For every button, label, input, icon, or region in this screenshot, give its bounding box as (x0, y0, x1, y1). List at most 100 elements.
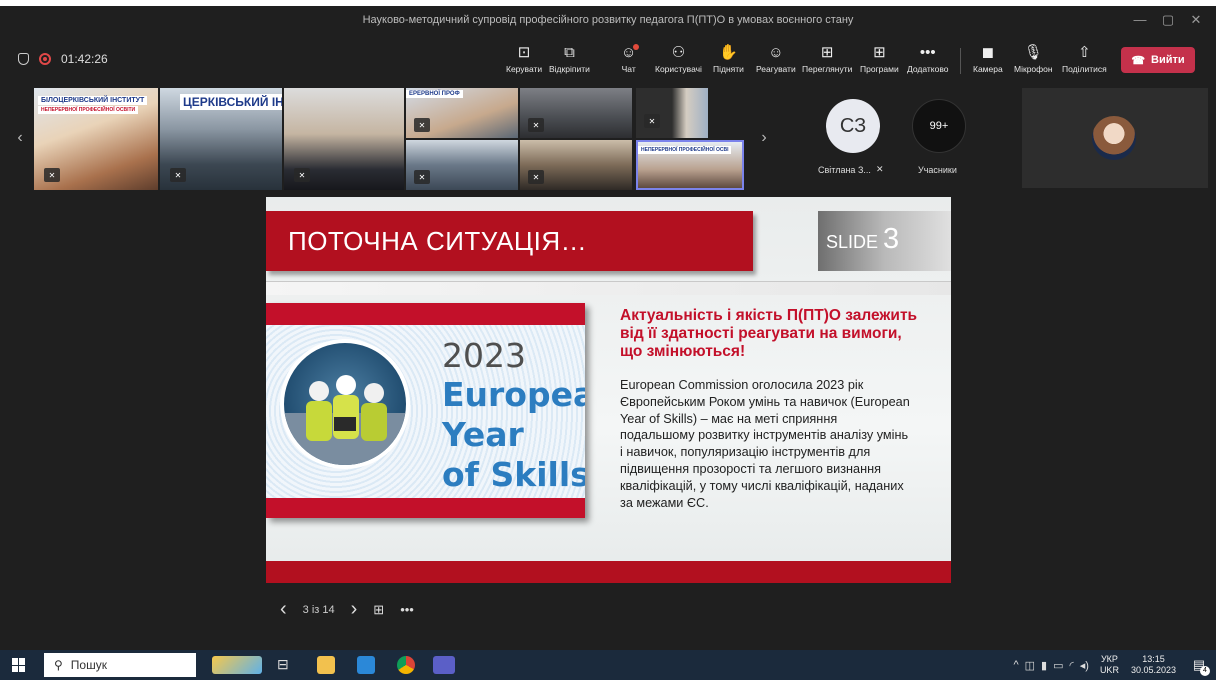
raise-hand-button[interactable]: ✋ Підняти (713, 44, 744, 74)
task-view-icon[interactable]: ⊟ (277, 656, 295, 674)
self-view (1022, 88, 1208, 188)
view-button[interactable]: ⊞ Переглянути (802, 44, 852, 74)
mic-off-icon: ✕ (44, 168, 60, 182)
share-control-button[interactable]: ⊡ Керувати (506, 44, 542, 74)
slide-number-box: SLIDE 3 (818, 211, 951, 271)
maximize-button[interactable]: ▢ (1158, 12, 1178, 28)
apps-icon: ⊞ (873, 44, 886, 61)
more-options-button[interactable]: ••• (400, 602, 414, 617)
participant-video-tile-active[interactable]: НЕПЕРЕРВНОЇ ПРОФЕСІЙНОЇ ОСВІ (636, 140, 744, 190)
poster-line: European (442, 375, 585, 414)
system-tray: ^ ◫ ▮ ▭ ◜ ◂) УКР UKR 13:15 30.05.2023 ▤ … (1010, 650, 1216, 680)
tile-banner: НЕПЕРЕРВНОЇ ПРОФЕСІЙНОЇ ОСВІТИ (38, 106, 139, 114)
camera-off-icon: ◼ (981, 44, 995, 61)
tile-banner: ЦЕРКІВСЬКИЙ ІНСТ (180, 94, 282, 110)
share-icon: ⇧ (1078, 44, 1091, 61)
slide-heading: Актуальність і якість П(ПТ)О залежить ві… (620, 307, 918, 360)
share-button[interactable]: ⇧ Поділитися (1062, 44, 1107, 74)
unpin-icon: ⧉ (564, 44, 575, 61)
mail-icon[interactable] (357, 656, 375, 674)
participants-label: Учасники (918, 165, 957, 175)
poster-line: of Skills (442, 455, 585, 494)
search-highlight-icon[interactable] (212, 656, 262, 674)
clock[interactable]: 13:15 30.05.2023 (1131, 654, 1176, 676)
more-icon: ••• (919, 44, 936, 61)
unpin-button[interactable]: ⧉ Відкріпити (549, 44, 590, 74)
camera-button[interactable]: ◼ Камера (973, 44, 1003, 74)
toolbar-label: Реагувати (756, 64, 796, 74)
toolbar-label: Додатково (907, 64, 949, 74)
phone-hangup-icon: ☎ (1131, 54, 1146, 67)
toolbar-label: Програми (860, 64, 899, 74)
shared-slide: ПОТОЧНА СИТУАЦІЯ… SLIDE 3 2023 European … (266, 197, 951, 583)
leave-button[interactable]: ☎ Вийти (1121, 47, 1195, 73)
language-indicator[interactable]: УКР UKR (1100, 654, 1119, 676)
participant-video-tile[interactable]: ✕ (636, 88, 708, 138)
mic-icon[interactable]: ▮ (1041, 659, 1047, 672)
participant-avatar[interactable]: СЗ (826, 99, 880, 153)
clock-time: 13:15 (1142, 654, 1165, 664)
slide-title-bar: ПОТОЧНА СИТУАЦІЯ… (266, 211, 753, 271)
people-button[interactable]: ⚇ Користувачі (655, 44, 702, 74)
next-slide-button[interactable]: › (351, 598, 358, 621)
react-button[interactable]: ☺ Реагувати (756, 44, 796, 74)
toolbar-label: Мікрофон (1014, 64, 1053, 74)
chat-button[interactable]: ☺ Чат (621, 44, 640, 74)
slide-number: SLIDE 3 (826, 223, 900, 255)
tile-banner: ЕРЕРВНОЇ ПРОФ (406, 90, 463, 98)
chevron-up-icon[interactable]: ^ (1013, 659, 1018, 671)
shield-icon (18, 53, 29, 65)
mic-off-icon: ✕ (414, 118, 430, 132)
grid-view-icon[interactable]: ⊞ (373, 602, 384, 618)
toolbar-label: Користувачі (655, 64, 702, 74)
toolbar-label: Відкріпити (549, 64, 590, 74)
taskbar-search[interactable]: ⚲ Пошук (44, 653, 196, 677)
mic-off-icon: ✕ (644, 114, 660, 128)
apps-button[interactable]: ⊞ Програми (860, 44, 899, 74)
windows-start-icon[interactable] (12, 658, 26, 672)
meet-now-icon[interactable]: ◫ (1025, 659, 1035, 672)
participant-video-tile[interactable]: БІЛОЦЕРКІВСЬКИЙ ІНСТИТУТ НЕПЕРЕРВНОЇ ПРО… (34, 88, 158, 190)
notifications-button[interactable]: ▤ 4 (1186, 650, 1212, 680)
poster-stripe (266, 303, 585, 325)
window-titlebar: Науково-методичний супровід професійного… (0, 0, 1216, 38)
meeting-timer: 01:42:26 (61, 52, 108, 66)
avatar (1092, 116, 1136, 160)
participant-video-tile[interactable]: ЕРЕРВНОЇ ПРОФ ✕ (406, 88, 518, 138)
tile-banner: БІЛОЦЕРКІВСЬКИЙ ІНСТИТУТ (38, 96, 148, 105)
microphone-button[interactable]: 🎙 Мікрофон (1014, 44, 1053, 74)
slide-footer-bar (266, 561, 951, 583)
more-participants-badge[interactable]: 99+ (912, 99, 966, 153)
leave-label: Вийти (1151, 54, 1185, 66)
mic-off-icon: 🎙 (1023, 44, 1043, 61)
workers-photo (280, 339, 410, 469)
page-indicator: 3 із 14 (302, 603, 335, 616)
chat-icon: ☺ (621, 44, 640, 62)
battery-icon[interactable]: ▭ (1053, 659, 1063, 672)
participant-video-tile[interactable]: ✕ (406, 140, 518, 190)
participant-video-tile[interactable]: ЦЕРКІВСЬКИЙ ІНСТ ✕ (160, 88, 282, 190)
slide-body: European Commission оголосила 2023 рік Є… (620, 378, 910, 510)
close-button[interactable]: ✕ (1186, 12, 1206, 28)
slide-navigation: ‹ 3 із 14 › ⊞ ••• (280, 598, 414, 621)
prev-slide-button[interactable]: ‹ (280, 598, 287, 621)
raise-hand-icon: ✋ (719, 44, 738, 61)
teams-icon[interactable] (433, 656, 455, 674)
wifi-icon[interactable]: ◜ (1069, 659, 1073, 672)
poster-stripe (266, 498, 585, 518)
volume-icon[interactable]: ◂) (1080, 659, 1089, 672)
participant-video-tile[interactable]: ✕ (284, 88, 404, 190)
more-button[interactable]: ••• Додатково (907, 44, 948, 74)
strip-next-button[interactable]: › (752, 86, 776, 190)
minimize-button[interactable]: — (1130, 12, 1150, 27)
participant-video-tile[interactable]: ✕ (520, 88, 632, 138)
toolbar-label: Поділитися (1062, 64, 1107, 74)
recording-icon (39, 53, 51, 65)
participant-video-tile[interactable]: ✕ (520, 140, 632, 190)
chrome-icon[interactable] (397, 656, 415, 674)
os-taskbar: ⚲ Пошук ⊟ ^ ◫ ▮ ▭ ◜ ◂) УКР UKR 13:15 30.… (0, 650, 1216, 680)
strip-prev-button[interactable]: ‹ (8, 86, 32, 190)
toolbar-label: Переглянути (802, 64, 853, 74)
file-explorer-icon[interactable] (317, 656, 335, 674)
meeting-status: 01:42:26 (18, 52, 108, 66)
